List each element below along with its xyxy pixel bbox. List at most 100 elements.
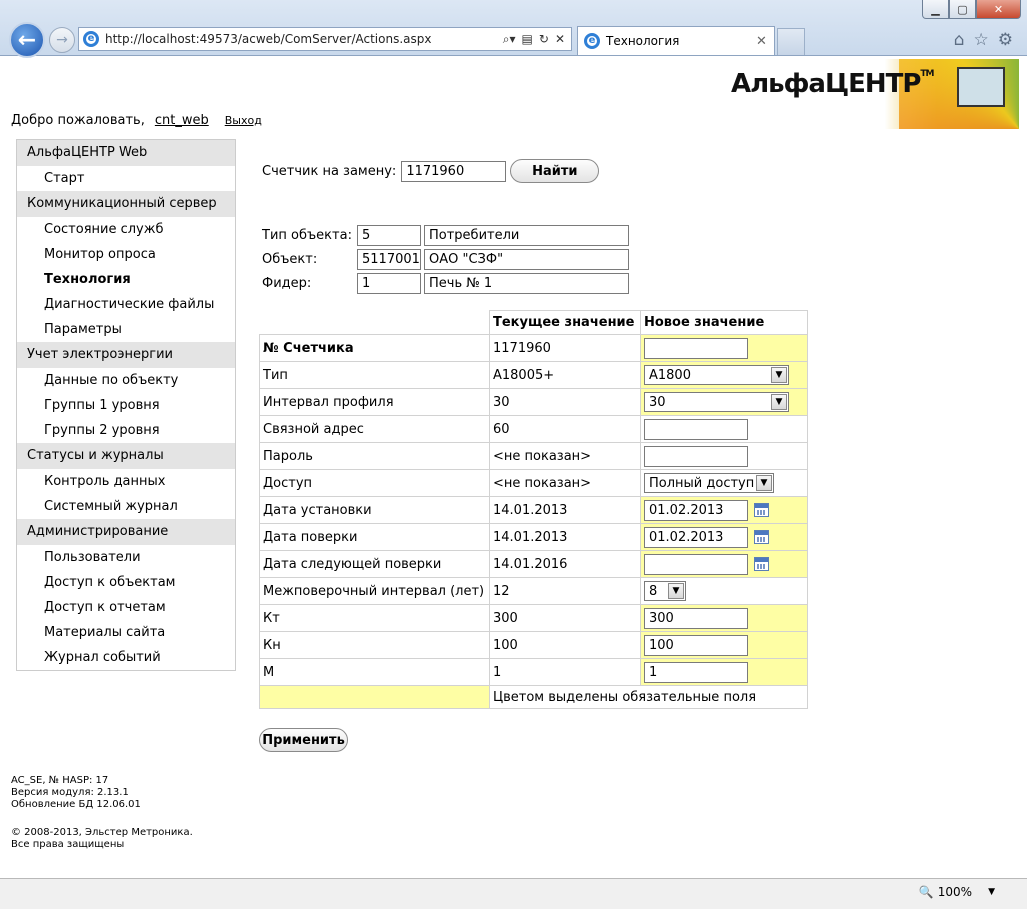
apply-button[interactable]: Применить [259,728,348,752]
meter-replace-table: Текущее значение Новое значение № Счетчи… [259,310,808,709]
sidebar-item[interactable]: Параметры [17,317,235,342]
sidebar-item[interactable]: Состояние служб [17,217,235,242]
new-value-input[interactable]: 1 [644,661,748,683]
stop-icon[interactable]: ✕ [555,32,565,47]
sidebar-item[interactable]: Материалы сайта [17,620,235,645]
meter-search-input[interactable]: 1171960 [401,160,507,182]
chevron-down-icon[interactable]: ▼ [771,394,787,410]
tab-close-icon[interactable]: ✕ [756,34,774,49]
row-label: Дата следующей поверки [259,550,490,578]
sidebar-item[interactable]: Доступ к объектам [17,570,235,595]
current-value: 14.01.2016 [489,550,641,578]
current-value: 1171960 [489,334,641,362]
current-value: 14.01.2013 [489,496,641,524]
new-value-input[interactable]: 100 [644,634,748,656]
table-row: Дата поверки 14.01.2013 01.02.2013 [259,523,808,551]
home-icon[interactable]: ⌂ [954,30,965,50]
table-row: Дата установки 14.01.2013 01.02.2013 [259,496,808,524]
favorites-star-icon[interactable]: ☆ [974,30,989,50]
logout-link[interactable]: Выход [225,114,262,127]
col-new-header: Новое значение [640,310,808,335]
object-type-name: Потребители [424,224,629,246]
back-button[interactable]: ← [9,22,45,58]
table-row: Пароль <не показан> [259,442,808,470]
find-button[interactable]: Найти [510,159,600,183]
current-value: 100 [489,631,641,659]
calendar-icon[interactable] [754,530,769,544]
sidebar-item[interactable]: Данные по объекту [17,368,235,393]
object-info: Тип объекта: 5 Потребители Объект: 51170… [262,223,629,295]
table-row: Кн 100 100 [259,631,808,659]
row-label: M [259,658,490,686]
user-link[interactable]: cnt_web [155,113,209,128]
tab-active[interactable]: e Технология ✕ [577,26,775,55]
search-icon[interactable]: ⌕▾ [503,32,516,47]
sidebar-item[interactable]: Журнал событий [17,645,235,670]
maximize-icon[interactable]: ▢ [949,0,976,19]
compat-view-icon[interactable]: ▤ [522,32,533,47]
tools-gear-icon[interactable]: ⚙ [998,30,1013,50]
address-bar[interactable]: e http://localhost:49573/acweb/ComServer… [78,27,572,51]
new-tab-button[interactable] [777,28,805,55]
new-value-input[interactable] [644,418,748,440]
table-row: Кт 300 300 [259,604,808,632]
feeder-name: Печь № 1 [424,272,629,294]
current-value: <не показан> [489,442,641,470]
current-value: 12 [489,577,641,605]
zoom-level: 100% [937,885,973,899]
col-current-header: Текущее значение [489,310,641,335]
sidebar-item[interactable]: Системный журнал [17,494,235,519]
minimize-icon[interactable]: ▁ [922,0,949,19]
object-type-label: Тип объекта: [262,227,352,243]
sidebar-item[interactable]: Старт [17,166,235,191]
row-label: Интервал профиля [259,388,490,416]
current-value: <не показан> [489,469,641,497]
date-input[interactable] [644,553,748,575]
row-label: Пароль [259,442,490,470]
status-bar: 🔍 100% ▼ [0,878,1027,909]
sidebar-item[interactable]: Технология [17,267,235,292]
sidebar-item[interactable]: Пользователи [17,545,235,570]
calendar-icon[interactable] [754,557,769,571]
interval-select[interactable]: 8 ▼ [644,581,686,601]
sidebar-item[interactable]: Монитор опроса [17,242,235,267]
chevron-down-icon[interactable]: ▼ [668,583,684,599]
zoom-control[interactable]: 🔍 100% ▼ [919,885,995,899]
current-value: 1 [489,658,641,686]
sidebar-item[interactable]: Группы 1 уровня [17,393,235,418]
current-value: 30 [489,388,641,416]
meter-search-label: Счетчик на замену: [262,163,397,179]
sidebar-item[interactable]: Диагностические файлы [17,292,235,317]
sidebar-section-header: Коммуникационный сервер [17,191,235,217]
date-input[interactable]: 01.02.2013 [644,526,748,548]
new-value-input[interactable] [644,445,748,467]
refresh-icon[interactable]: ↻ [539,32,549,47]
welcome-text: Добро пожаловать, [11,113,145,128]
close-window-icon[interactable]: ✕ [976,0,1021,19]
access-select[interactable]: Полный доступ ▼ [644,473,774,493]
forward-button[interactable]: → [49,27,75,53]
table-row: Тип A18005+ A1800 ▼ [259,361,808,389]
calendar-icon[interactable] [754,503,769,517]
object-label: Объект: [262,251,318,267]
address-url[interactable]: http://localhost:49573/acweb/ComServer/A… [105,32,503,46]
legend-row: Цветом выделены обязательные поля [259,685,808,709]
row-label: Межповерочный интервал (лет) [259,577,490,605]
new-value-select[interactable]: A1800 ▼ [644,365,789,385]
sidebar-item[interactable]: Контроль данных [17,469,235,494]
sidebar-item[interactable]: Доступ к отчетам [17,595,235,620]
object-type-code: 5 [357,224,421,246]
table-row: M11 [259,658,808,686]
welcome-bar: Добро пожаловать, cnt_web Выход [11,113,262,128]
chevron-down-icon[interactable]: ▼ [756,475,772,491]
chevron-down-icon[interactable]: ▼ [771,367,787,383]
feeder-code: 1 [357,272,421,294]
window-controls: ▁ ▢ ✕ [922,0,1021,19]
new-value-select[interactable]: 30 ▼ [644,392,789,412]
sidebar-item[interactable]: Группы 2 уровня [17,418,235,443]
new-value-input[interactable] [644,337,748,359]
sidebar-section-header: Учет электроэнергии [17,342,235,368]
chevron-down-icon[interactable]: ▼ [988,887,995,897]
new-value-input[interactable]: 300 [644,607,748,629]
date-input[interactable]: 01.02.2013 [644,499,748,521]
